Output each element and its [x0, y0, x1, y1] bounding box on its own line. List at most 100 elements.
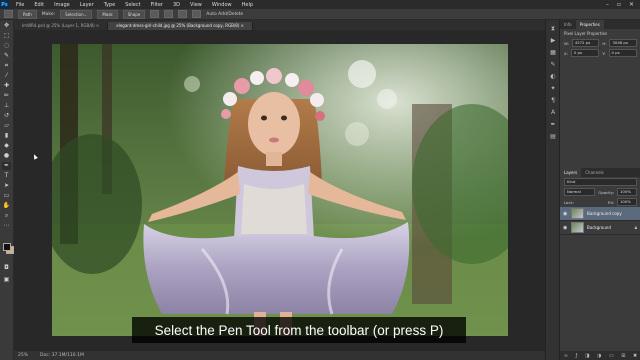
make-mask-button[interactable]: Mask [97, 9, 118, 19]
tab-layers[interactable]: Layers [560, 168, 582, 177]
pen-mode-select[interactable]: Path [18, 9, 37, 19]
gear-icon[interactable] [192, 10, 202, 18]
layer-name[interactable]: Background copy [587, 211, 622, 216]
adjustment-layer-icon[interactable]: ◑ [597, 353, 601, 359]
fill-field[interactable]: 100% [617, 198, 637, 206]
menu-image[interactable]: Image [49, 2, 75, 8]
height-label: H: [602, 40, 607, 46]
close-icon[interactable]: ✕ [629, 1, 634, 8]
photoshop-logo: Ps [0, 0, 9, 9]
layer-name[interactable]: Background [587, 225, 611, 230]
menu-help[interactable]: Help [237, 2, 258, 8]
width-label: W: [564, 40, 569, 46]
mask-icon[interactable]: ◨ [585, 353, 590, 359]
eye-icon[interactable]: ◉ [563, 211, 568, 217]
window-controls: – ▫ ✕ [606, 1, 640, 8]
x-label: X: [564, 50, 568, 56]
opacity-field[interactable]: 100% [617, 188, 637, 196]
tab-document-1[interactable]: ImWR4.psd @ 25% (Layer 1, RGB/8) × [14, 22, 109, 30]
auto-add-delete-checkbox[interactable]: Auto Add/Delete [206, 12, 243, 17]
history-icon[interactable]: ⧗ [549, 25, 557, 32]
swatches-icon[interactable]: ▦ [549, 49, 557, 56]
marquee-tool-icon[interactable]: ⬚ [2, 32, 11, 40]
maximize-icon[interactable]: ▫ [617, 1, 621, 8]
lasso-tool-icon[interactable]: ◌ [2, 42, 11, 50]
x-field[interactable]: 0 px [570, 49, 600, 57]
eyedropper-tool-icon[interactable]: ⁄ [2, 72, 11, 80]
folder-icon[interactable]: ▭ [609, 353, 614, 359]
menu-file[interactable]: File [11, 2, 29, 8]
brush-tool-icon[interactable]: ✏ [2, 92, 11, 100]
height-field[interactable]: 3048 px [609, 39, 638, 47]
blur-tool-icon[interactable]: ◆ [2, 142, 11, 150]
menu-edit[interactable]: Edit [29, 2, 49, 8]
photo-canvas-image[interactable] [52, 44, 508, 336]
hand-tool-icon[interactable]: ✋ [2, 202, 11, 210]
make-shape-button[interactable]: Shape [122, 9, 146, 19]
new-layer-icon[interactable]: ⊞ [621, 353, 625, 359]
pen-preset-icon[interactable] [4, 10, 13, 18]
actions-icon[interactable]: ▶ [549, 37, 557, 44]
character-icon[interactable]: A [549, 109, 557, 116]
menu-bar: Ps File Edit Image Layer Type Select Fil… [0, 0, 640, 9]
menu-layer[interactable]: Layer [75, 2, 99, 8]
eraser-tool-icon[interactable]: ▱ [2, 122, 11, 130]
brush-settings-icon[interactable]: ✎ [549, 61, 557, 68]
fx-icon[interactable]: ƒ [575, 353, 577, 359]
trash-icon[interactable]: ✖ [633, 353, 637, 359]
menu-3d[interactable]: 3D [168, 2, 185, 8]
more-tools-icon[interactable]: ⋯ [2, 222, 11, 230]
layer-row-background[interactable]: ◉ Background 🔒︎ [560, 221, 640, 235]
path-arrange-icon[interactable] [178, 10, 188, 18]
type-tool-icon[interactable]: T [2, 172, 11, 180]
screen-mode-icon[interactable]: ▣ [2, 276, 11, 284]
styles-icon[interactable]: ✦ [549, 85, 557, 92]
zoom-level[interactable]: 25% [18, 353, 28, 358]
dodge-tool-icon[interactable]: ● [2, 152, 11, 160]
healing-tool-icon[interactable]: ✚ [2, 82, 11, 90]
link-icon[interactable]: ∞ [564, 353, 568, 359]
properties-subtitle: Pixel Layer Properties [564, 31, 608, 36]
right-panels: Info Properties Pixel Layer Properties W… [559, 20, 640, 360]
layer-kind-filter[interactable]: Kind [564, 178, 637, 186]
y-field[interactable]: 0 px [608, 49, 637, 57]
tab-properties[interactable]: Properties [575, 20, 604, 29]
pen-tool-icon[interactable]: ✒ [2, 162, 11, 170]
eye-icon[interactable]: ◉ [563, 225, 568, 231]
adjustments-icon[interactable]: ◐ [549, 73, 557, 80]
blend-mode-select[interactable]: Normal [564, 188, 596, 196]
tab-info[interactable]: Info [560, 20, 576, 29]
zoom-tool-icon[interactable]: ⌕ [2, 212, 11, 220]
make-selection-button[interactable]: Selection... [60, 9, 93, 19]
quick-select-tool-icon[interactable]: ✎ [2, 52, 11, 60]
path-ops-icon[interactable] [150, 10, 160, 18]
shape-tool-icon[interactable]: ▭ [2, 192, 11, 200]
foreground-color-swatch[interactable] [3, 243, 11, 251]
paragraph-icon[interactable]: ¶ [549, 97, 557, 104]
width-field[interactable]: 4572 px [571, 39, 600, 47]
menu-view[interactable]: View [185, 2, 207, 8]
path-align-icon[interactable] [164, 10, 174, 18]
make-label: Make: [41, 11, 56, 17]
tab-document-2[interactable]: elegant-dress-girl-child.jpg @ 25% (Back… [108, 22, 254, 30]
paths-icon[interactable]: ✒ [549, 121, 557, 128]
crop-tool-icon[interactable]: ⌗ [2, 62, 11, 70]
y-label: Y: [602, 50, 606, 56]
menu-type[interactable]: Type [99, 2, 120, 8]
layer-row-background-copy[interactable]: ◉ Background copy [560, 207, 640, 221]
tab-channels[interactable]: Channels [581, 168, 608, 177]
menu-filter[interactable]: Filter [146, 2, 168, 8]
libraries-icon[interactable]: ▤ [549, 133, 557, 140]
layer-thumbnail [571, 208, 584, 219]
menu-window[interactable]: Window [207, 2, 237, 8]
quick-mask-icon[interactable]: ◘ [2, 264, 11, 272]
menu-select[interactable]: Select [120, 2, 145, 8]
canvas[interactable] [14, 30, 545, 351]
minimize-icon[interactable]: – [606, 1, 609, 8]
gradient-tool-icon[interactable]: ▮ [2, 132, 11, 140]
stamp-tool-icon[interactable]: ⊥ [2, 102, 11, 110]
path-select-tool-icon[interactable]: ➤ [2, 182, 11, 190]
status-bar: 25% Doc: 37.1M/110.1M [14, 351, 545, 360]
history-brush-icon[interactable]: ↺ [2, 112, 11, 120]
move-tool-icon[interactable]: ✥ [2, 22, 11, 30]
